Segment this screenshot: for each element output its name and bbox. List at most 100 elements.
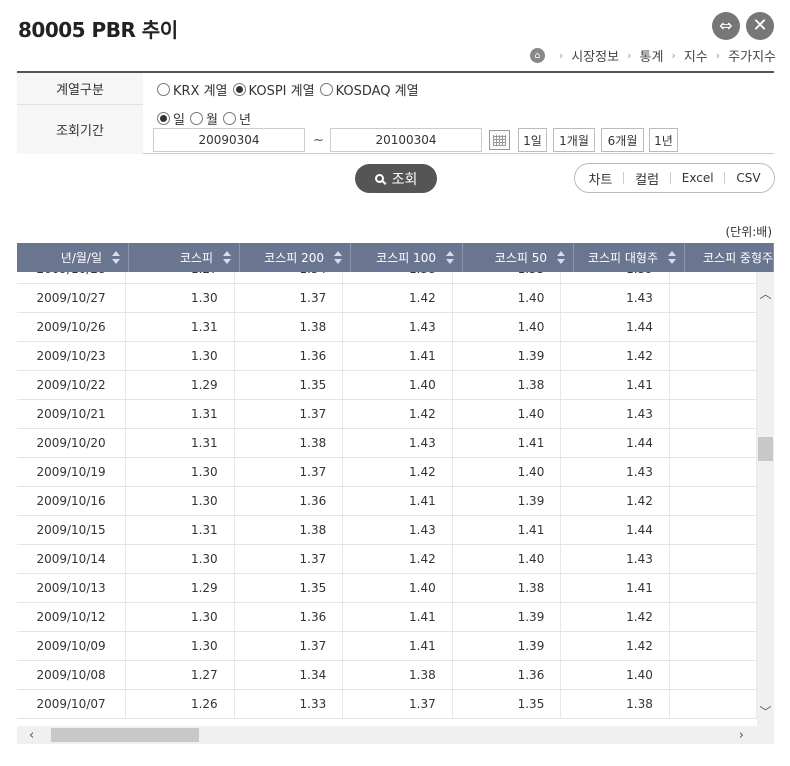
column-button[interactable]: 컬럼 xyxy=(635,169,659,188)
period-label: 조회기간 xyxy=(17,105,143,154)
cell-value: 1.43 xyxy=(561,400,670,428)
table-row[interactable]: 2009/10/09 1.30 1.37 1.41 1.39 1.42 xyxy=(17,632,757,661)
header-date[interactable]: 년/월/일 xyxy=(17,243,129,272)
cell-value: 1.34 xyxy=(235,272,344,283)
cell-value: 1.44 xyxy=(561,516,670,544)
sort-icon[interactable] xyxy=(112,251,120,264)
sort-icon[interactable] xyxy=(446,251,454,264)
header-kospi-large[interactable]: 코스피 대형주 xyxy=(574,243,685,272)
chevron-right-icon[interactable]: › xyxy=(739,726,744,744)
cell-value: 1.40 xyxy=(453,400,562,428)
header-kospi[interactable]: 코스피 xyxy=(129,243,240,272)
cell-value: 1.40 xyxy=(561,661,670,689)
cell-date: 2009/10/19 xyxy=(17,458,127,486)
chevron-down-icon[interactable]: ﹀ xyxy=(757,704,774,719)
radio-circle-icon[interactable] xyxy=(222,112,236,125)
cell-value: 1.39 xyxy=(561,272,670,283)
breadcrumb-item[interactable]: 통계 xyxy=(640,46,664,65)
table-row[interactable]: 2009/10/15 1.31 1.38 1.43 1.41 1.44 xyxy=(17,516,757,545)
chevron-left-icon[interactable]: ‹ xyxy=(29,726,34,744)
table-row[interactable]: 2009/10/14 1.30 1.37 1.42 1.40 1.43 xyxy=(17,545,757,574)
cell-value: 1.36 xyxy=(235,342,344,370)
table-row[interactable]: 2009/10/08 1.27 1.34 1.38 1.36 1.40 xyxy=(17,661,757,690)
scroll-thumb[interactable] xyxy=(51,728,199,742)
end-date-input[interactable]: 20100304 xyxy=(330,128,482,152)
table-row[interactable]: 2009/10/22 1.29 1.35 1.40 1.38 1.41 xyxy=(17,371,757,400)
radio-selected-icon[interactable] xyxy=(157,112,170,125)
cell-value: 1.39 xyxy=(453,632,562,660)
table-row[interactable]: 2009/10/16 1.30 1.36 1.41 1.39 1.42 xyxy=(17,487,757,516)
table-row[interactable]: 2009/10/20 1.31 1.38 1.43 1.41 1.44 xyxy=(17,429,757,458)
grid-body: 2009/10/281.271.341.381.351.392009/10/27… xyxy=(17,272,757,726)
series-radio-group: KRX 계열 KOSPI 계열 KOSDAQ 계열 xyxy=(157,80,424,99)
table-row[interactable]: 2009/10/21 1.31 1.37 1.42 1.40 1.43 xyxy=(17,400,757,429)
divider xyxy=(669,172,671,184)
cell-value: 1.38 xyxy=(235,516,344,544)
table-row[interactable]: 2009/10/281.271.341.381.351.39 xyxy=(17,272,757,284)
calendar-icon[interactable] xyxy=(489,130,510,150)
cell-value: 1.43 xyxy=(561,284,670,312)
radio-krx[interactable]: KRX 계열 xyxy=(157,80,228,99)
sort-icon[interactable] xyxy=(223,251,231,264)
cell-date: 2009/10/16 xyxy=(17,487,127,515)
preset-6month-button[interactable]: 6개월 xyxy=(601,128,644,152)
table-row[interactable]: 2009/10/07 1.26 1.33 1.37 1.35 1.38 xyxy=(17,690,757,719)
radio-selected-icon[interactable] xyxy=(232,83,246,96)
breadcrumb-item[interactable]: 주가지수 xyxy=(728,46,776,65)
chevron-right-icon: › xyxy=(558,49,564,62)
header-kospi100[interactable]: 코스피 100 xyxy=(351,243,463,272)
sort-icon[interactable] xyxy=(557,251,565,264)
table-row[interactable]: 2009/10/12 1.30 1.36 1.41 1.39 1.42 xyxy=(17,603,757,632)
radio-kosdaq[interactable]: KOSDAQ 계열 xyxy=(319,80,419,99)
breadcrumb-item[interactable]: 시장정보 xyxy=(571,46,619,65)
header-kospi-mid[interactable]: 코스피 중형주 xyxy=(685,243,774,272)
header-kospi200[interactable]: 코스피 200 xyxy=(240,243,351,272)
cell-value: 1.30 xyxy=(126,632,235,660)
cell-value: 1.41 xyxy=(453,516,562,544)
search-button[interactable]: 조회 xyxy=(355,164,437,193)
excel-button[interactable]: Excel xyxy=(682,171,714,185)
radio-circle-icon[interactable] xyxy=(157,83,170,96)
radio-day[interactable]: 일 xyxy=(157,109,185,128)
radio-circle-icon[interactable] xyxy=(189,112,203,125)
cell-value: 1.42 xyxy=(561,603,670,631)
preset-1month-button[interactable]: 1개월 xyxy=(553,128,595,152)
page-title: 80005 PBR 추이 xyxy=(18,18,178,42)
chevron-up-icon[interactable]: ︿ xyxy=(757,286,774,301)
radio-year[interactable]: 년 xyxy=(222,109,251,128)
preset-1day-button[interactable]: 1일 xyxy=(518,128,547,152)
table-row[interactable]: 2009/10/26 1.31 1.38 1.43 1.40 1.44 xyxy=(17,313,757,342)
expand-button[interactable]: ⇔ xyxy=(712,12,740,40)
cell-value: 1.31 xyxy=(126,516,235,544)
table-row[interactable]: 2009/10/27 1.30 1.37 1.42 1.40 1.43 xyxy=(17,284,757,313)
horizontal-scrollbar[interactable]: ‹ › xyxy=(17,726,774,744)
unit-label: (단위:배) xyxy=(725,225,772,239)
cell-value: 1.30 xyxy=(126,342,235,370)
sort-icon[interactable] xyxy=(668,251,676,264)
cell-value xyxy=(670,342,757,370)
radio-kospi[interactable]: KOSPI 계열 xyxy=(232,80,315,99)
close-button[interactable]: ✕ xyxy=(746,12,774,40)
table-row[interactable]: 2009/10/23 1.30 1.36 1.41 1.39 1.42 xyxy=(17,342,757,371)
cell-value: 1.26 xyxy=(126,690,235,718)
sort-icon[interactable] xyxy=(334,251,342,264)
radio-month[interactable]: 월 xyxy=(189,109,218,128)
chart-button[interactable]: 차트 xyxy=(588,169,612,188)
cell-value: 1.39 xyxy=(453,342,562,370)
filter-panel: 계열구분 조회기간 KRX 계열 KOSPI 계열 KOSDAQ 계열 일 월 … xyxy=(17,71,774,154)
header-kospi50[interactable]: 코스피 50 xyxy=(463,243,574,272)
cell-value: 1.35 xyxy=(235,574,344,602)
cell-value: 1.42 xyxy=(561,342,670,370)
cell-value: 1.40 xyxy=(453,284,562,312)
table-row[interactable]: 2009/10/19 1.30 1.37 1.42 1.40 1.43 xyxy=(17,458,757,487)
cell-date: 2009/10/21 xyxy=(17,400,127,428)
csv-button[interactable]: CSV xyxy=(736,171,760,185)
start-date-input[interactable]: 20090304 xyxy=(153,128,305,152)
scroll-thumb[interactable] xyxy=(758,437,773,461)
vertical-scrollbar[interactable]: ︿ ﹀ xyxy=(757,272,774,726)
breadcrumb-item[interactable]: 지수 xyxy=(684,46,708,65)
table-row[interactable]: 2009/10/13 1.29 1.35 1.40 1.38 1.41 xyxy=(17,574,757,603)
preset-1year-button[interactable]: 1년 xyxy=(649,128,678,152)
radio-circle-icon[interactable] xyxy=(319,83,333,96)
home-icon[interactable]: ⌂ xyxy=(529,48,545,63)
